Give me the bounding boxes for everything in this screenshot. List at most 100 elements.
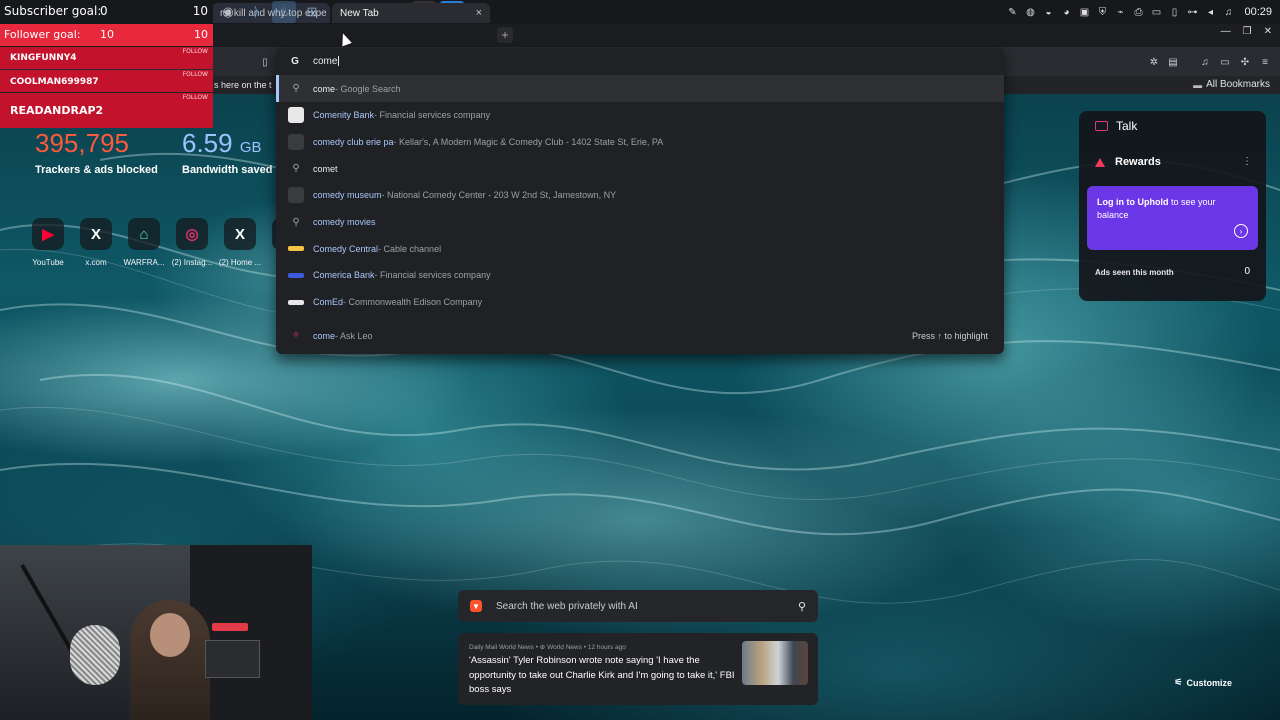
menu-icon[interactable]: ≡ — [1259, 56, 1271, 68]
suggestion-item[interactable]: comedy club erie pa - Kellar's, A Modern… — [276, 128, 1004, 155]
top-site-tile[interactable]: ◎ (2) Instag... — [170, 218, 214, 267]
site-favicon-icon: X — [224, 218, 256, 250]
news-source: Daily Mail World News — [469, 644, 534, 651]
top-site-tile[interactable]: ⌂ WARFRA... — [122, 218, 166, 267]
bookmark-icon[interactable]: ▯ — [259, 56, 271, 68]
security-icon[interactable]: ⛨ — [1096, 6, 1108, 18]
more-options-icon[interactable]: ⋮ — [1242, 156, 1252, 167]
site-label: (2) Home ... — [218, 258, 262, 267]
suggestion-item[interactable]: Comedy Central - Cable channel — [276, 235, 1004, 262]
network-icon[interactable]: ⊶ — [1186, 6, 1198, 18]
place-icon — [288, 133, 304, 150]
suggestion-detail: - Kellar's, A Modern Magic & Comedy Club… — [393, 136, 664, 147]
search-icon[interactable]: ⚲ — [798, 600, 806, 613]
search-placeholder[interactable]: Search the web privately with AI — [496, 601, 798, 612]
tab-new-tab[interactable]: New Tab × — [332, 3, 490, 23]
trackers-blocked-count: 395,795 — [35, 128, 129, 158]
window-close-icon[interactable]: ✕ — [1264, 26, 1272, 37]
ask-leo-suggestion[interactable]: ✧ come - Ask Leo Press ↑ to highlight — [276, 322, 1004, 349]
subscriber-goal-current: 0 — [100, 4, 108, 18]
news-card[interactable]: Daily Mail World News • ⊕ World News • 1… — [458, 633, 818, 705]
wallet-icon[interactable]: ▭ — [1219, 56, 1231, 68]
close-icon[interactable]: × — [476, 7, 482, 19]
system-tray: ✎ ◍ ◒ ◕ ▣ ⛨ ⌁ ⎙ ▭ ▯ ⊶ ◂ ♫ 00:29 — [1006, 0, 1272, 24]
stream-overlay: Subscriber goal: 0 10 Follower goal: 10 … — [0, 0, 213, 128]
follower-alert: KINGFUNNY4 FOLLOW — [0, 47, 213, 69]
monitor-icon[interactable]: ▭ — [1150, 6, 1162, 18]
uphold-login-link[interactable]: Log in to Uphold — [1097, 197, 1168, 207]
usb-icon[interactable]: ⌁ — [1114, 6, 1126, 18]
top-site-tile[interactable]: ▶ YouTube — [26, 218, 70, 267]
site-favicon-icon: ▶ — [32, 218, 64, 250]
suggestion-text: comedy movies — [313, 217, 376, 227]
address-bar[interactable]: G come — [276, 48, 1004, 75]
tab-title: New Tab — [340, 7, 379, 19]
suggestion-text: ComEd — [313, 297, 344, 308]
volume-icon[interactable]: ◂ — [1204, 6, 1216, 18]
shield-tray-icon[interactable]: ◒ — [1042, 6, 1054, 18]
partial-page-text: s here on the t — [214, 80, 272, 90]
follower-name: COOLMAN699987 — [10, 77, 99, 87]
top-site-tile[interactable]: Xx.com — [74, 218, 118, 267]
vpn-icon[interactable]: ✣ — [1239, 56, 1251, 68]
place-icon — [288, 187, 304, 204]
maximize-icon[interactable]: ❐ — [1243, 26, 1252, 37]
folder-icon: ▬ — [1193, 79, 1203, 90]
suggestion-item[interactable]: ⚲ comedy movies — [276, 209, 1004, 236]
minimize-icon[interactable]: — — [1221, 26, 1231, 37]
battery-icon[interactable]: ▯ — [1168, 6, 1180, 18]
search-icon: ⚲ — [292, 83, 300, 94]
leo-query: come — [313, 330, 336, 341]
talk-button[interactable]: Talk — [1095, 119, 1137, 133]
google-icon: G — [291, 56, 299, 67]
news-age: 12 hours ago — [587, 644, 626, 651]
follower-goal: Follower goal: 10 10 — [0, 24, 213, 46]
new-tab-button[interactable]: + — [497, 27, 513, 43]
news-thumbnail[interactable] — [742, 641, 808, 685]
search-box[interactable]: ▼ Search the web privately with AI ⚲ — [458, 590, 818, 622]
media-icon[interactable]: ♫ — [1199, 56, 1211, 68]
uphold-login-card[interactable]: Log in to Uphold to see your balance › — [1087, 186, 1258, 250]
site-label: x.com — [85, 258, 107, 267]
pen-icon[interactable]: ✎ — [1006, 6, 1018, 18]
suggestion-text: come — [313, 83, 336, 94]
leo-label: - Ask Leo — [335, 330, 373, 341]
address-query: come — [313, 56, 338, 67]
customize-button[interactable]: ⚟ Customize — [1174, 677, 1232, 688]
top-site-tile[interactable]: X (2) Home ... — [218, 218, 262, 267]
trackers-blocked-label: Trackers & ads blocked — [35, 164, 158, 176]
site-favicon-icon: ⌂ — [128, 218, 160, 250]
suggestion-item[interactable]: Comenity Bank - Financial services compa… — [276, 102, 1004, 129]
sidebar-icon[interactable]: ▤ — [1167, 56, 1179, 68]
address-input[interactable]: come — [313, 56, 340, 67]
webcam-feed — [0, 545, 312, 720]
suggestion-item[interactable]: Comerica Bank - Financial services compa… — [276, 262, 1004, 289]
suggestion-item[interactable]: ⚲ come - Google Search — [276, 75, 1004, 102]
extension-icon[interactable]: ✲ — [1148, 56, 1160, 68]
bandwidth-saved-label: Bandwidth saved — [182, 164, 273, 176]
entity-logo-icon — [288, 294, 304, 310]
ads-seen-value: 0 — [1244, 266, 1250, 277]
highlight-hint: Press ↑ to highlight — [911, 330, 988, 341]
suggestion-text: Comerica Bank — [313, 270, 375, 281]
suggestion-item[interactable]: ⚲ comet — [276, 155, 1004, 182]
discord-icon[interactable]: ◕ — [1060, 6, 1072, 18]
music-icon[interactable]: ♫ — [1222, 6, 1234, 18]
all-bookmarks-button[interactable]: ▬ All Bookmarks — [1193, 79, 1270, 90]
talk-label: Talk — [1116, 119, 1138, 133]
clock[interactable]: 00:29 — [1244, 6, 1272, 18]
suggestion-item[interactable]: ComEd - Commonwealth Edison Company — [276, 289, 1004, 316]
follower-goal-target: 10 — [194, 28, 208, 41]
follow-tag: FOLLOW — [182, 94, 208, 101]
site-label: YouTube — [32, 258, 64, 267]
clipboard-icon[interactable]: ▣ — [1078, 6, 1090, 18]
tab-previous[interactable]: rst kill and why top expe — [212, 3, 330, 23]
printer-icon[interactable]: ⎙ — [1132, 6, 1144, 18]
news-meta: Daily Mail World News • ⊕ World News • 1… — [469, 644, 626, 651]
arrow-right-icon[interactable]: › — [1234, 224, 1248, 238]
leo-icon: ✧ — [291, 330, 301, 341]
news-headline[interactable]: 'Assassin' Tyler Robinson wrote note say… — [469, 654, 737, 698]
suggestion-item[interactable]: comedy museum - National Comedy Center -… — [276, 182, 1004, 209]
news-category: World News — [547, 644, 582, 651]
tray-app-icon[interactable]: ◍ — [1024, 6, 1036, 18]
